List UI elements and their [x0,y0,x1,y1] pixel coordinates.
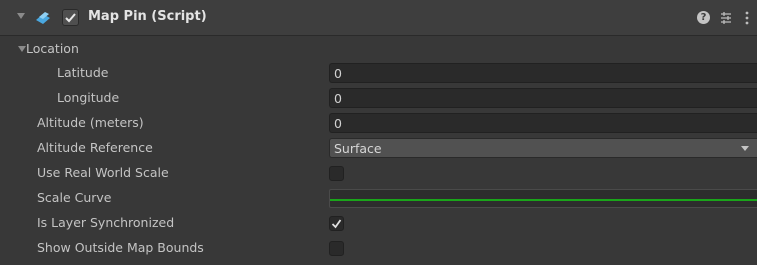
scale-curve-field[interactable] [329,189,757,208]
longitude-value: 0 [334,91,342,106]
is-layer-synchronized-row: Is Layer Synchronized [0,211,757,235]
show-outside-map-bounds-checkbox[interactable] [329,241,344,256]
latitude-value: 0 [334,66,342,81]
altitude-reference-value: Surface [334,141,382,156]
script-icon [36,12,50,24]
component-enabled-checkbox[interactable] [62,9,79,26]
altitude-row: Altitude (meters) 0 [0,111,757,135]
component-title: Map Pin (Script) [88,9,207,24]
show-outside-map-bounds-label: Show Outside Map Bounds [37,240,204,255]
altitude-label: Altitude (meters) [37,115,144,130]
presets-icon[interactable] [718,10,734,26]
checkmark-icon [65,13,76,23]
altitude-reference-dropdown[interactable]: Surface [329,138,757,158]
longitude-row: Longitude 0 [0,86,757,110]
altitude-field[interactable]: 0 [329,113,757,133]
location-label: Location [26,41,79,56]
use-real-world-scale-row: Use Real World Scale [0,161,757,185]
show-outside-map-bounds-row: Show Outside Map Bounds [0,236,757,260]
latitude-row: Latitude 0 [0,61,757,85]
is-layer-synchronized-checkbox[interactable] [329,216,344,231]
scale-curve-line [330,199,757,201]
latitude-field[interactable]: 0 [329,63,757,83]
component-foldout-icon[interactable] [17,13,25,19]
use-real-world-scale-label: Use Real World Scale [37,165,169,180]
longitude-field[interactable]: 0 [329,88,757,108]
altitude-reference-row: Altitude Reference Surface [0,136,757,160]
altitude-value: 0 [334,116,342,131]
use-real-world-scale-checkbox[interactable] [329,166,344,181]
help-icon[interactable]: ? [697,11,710,24]
location-foldout-icon[interactable] [18,46,26,52]
component-header[interactable]: Map Pin (Script) ? [0,0,757,36]
longitude-label: Longitude [57,90,120,105]
latitude-label: Latitude [57,65,109,80]
checkmark-icon [331,219,342,229]
location-foldout[interactable]: Location [0,37,757,61]
scale-curve-row: Scale Curve [0,186,757,210]
kebab-menu-icon[interactable] [744,10,750,26]
scale-curve-label: Scale Curve [37,190,112,205]
is-layer-synchronized-label: Is Layer Synchronized [37,215,175,230]
chevron-down-icon [741,146,749,151]
altitude-reference-label: Altitude Reference [37,140,153,155]
